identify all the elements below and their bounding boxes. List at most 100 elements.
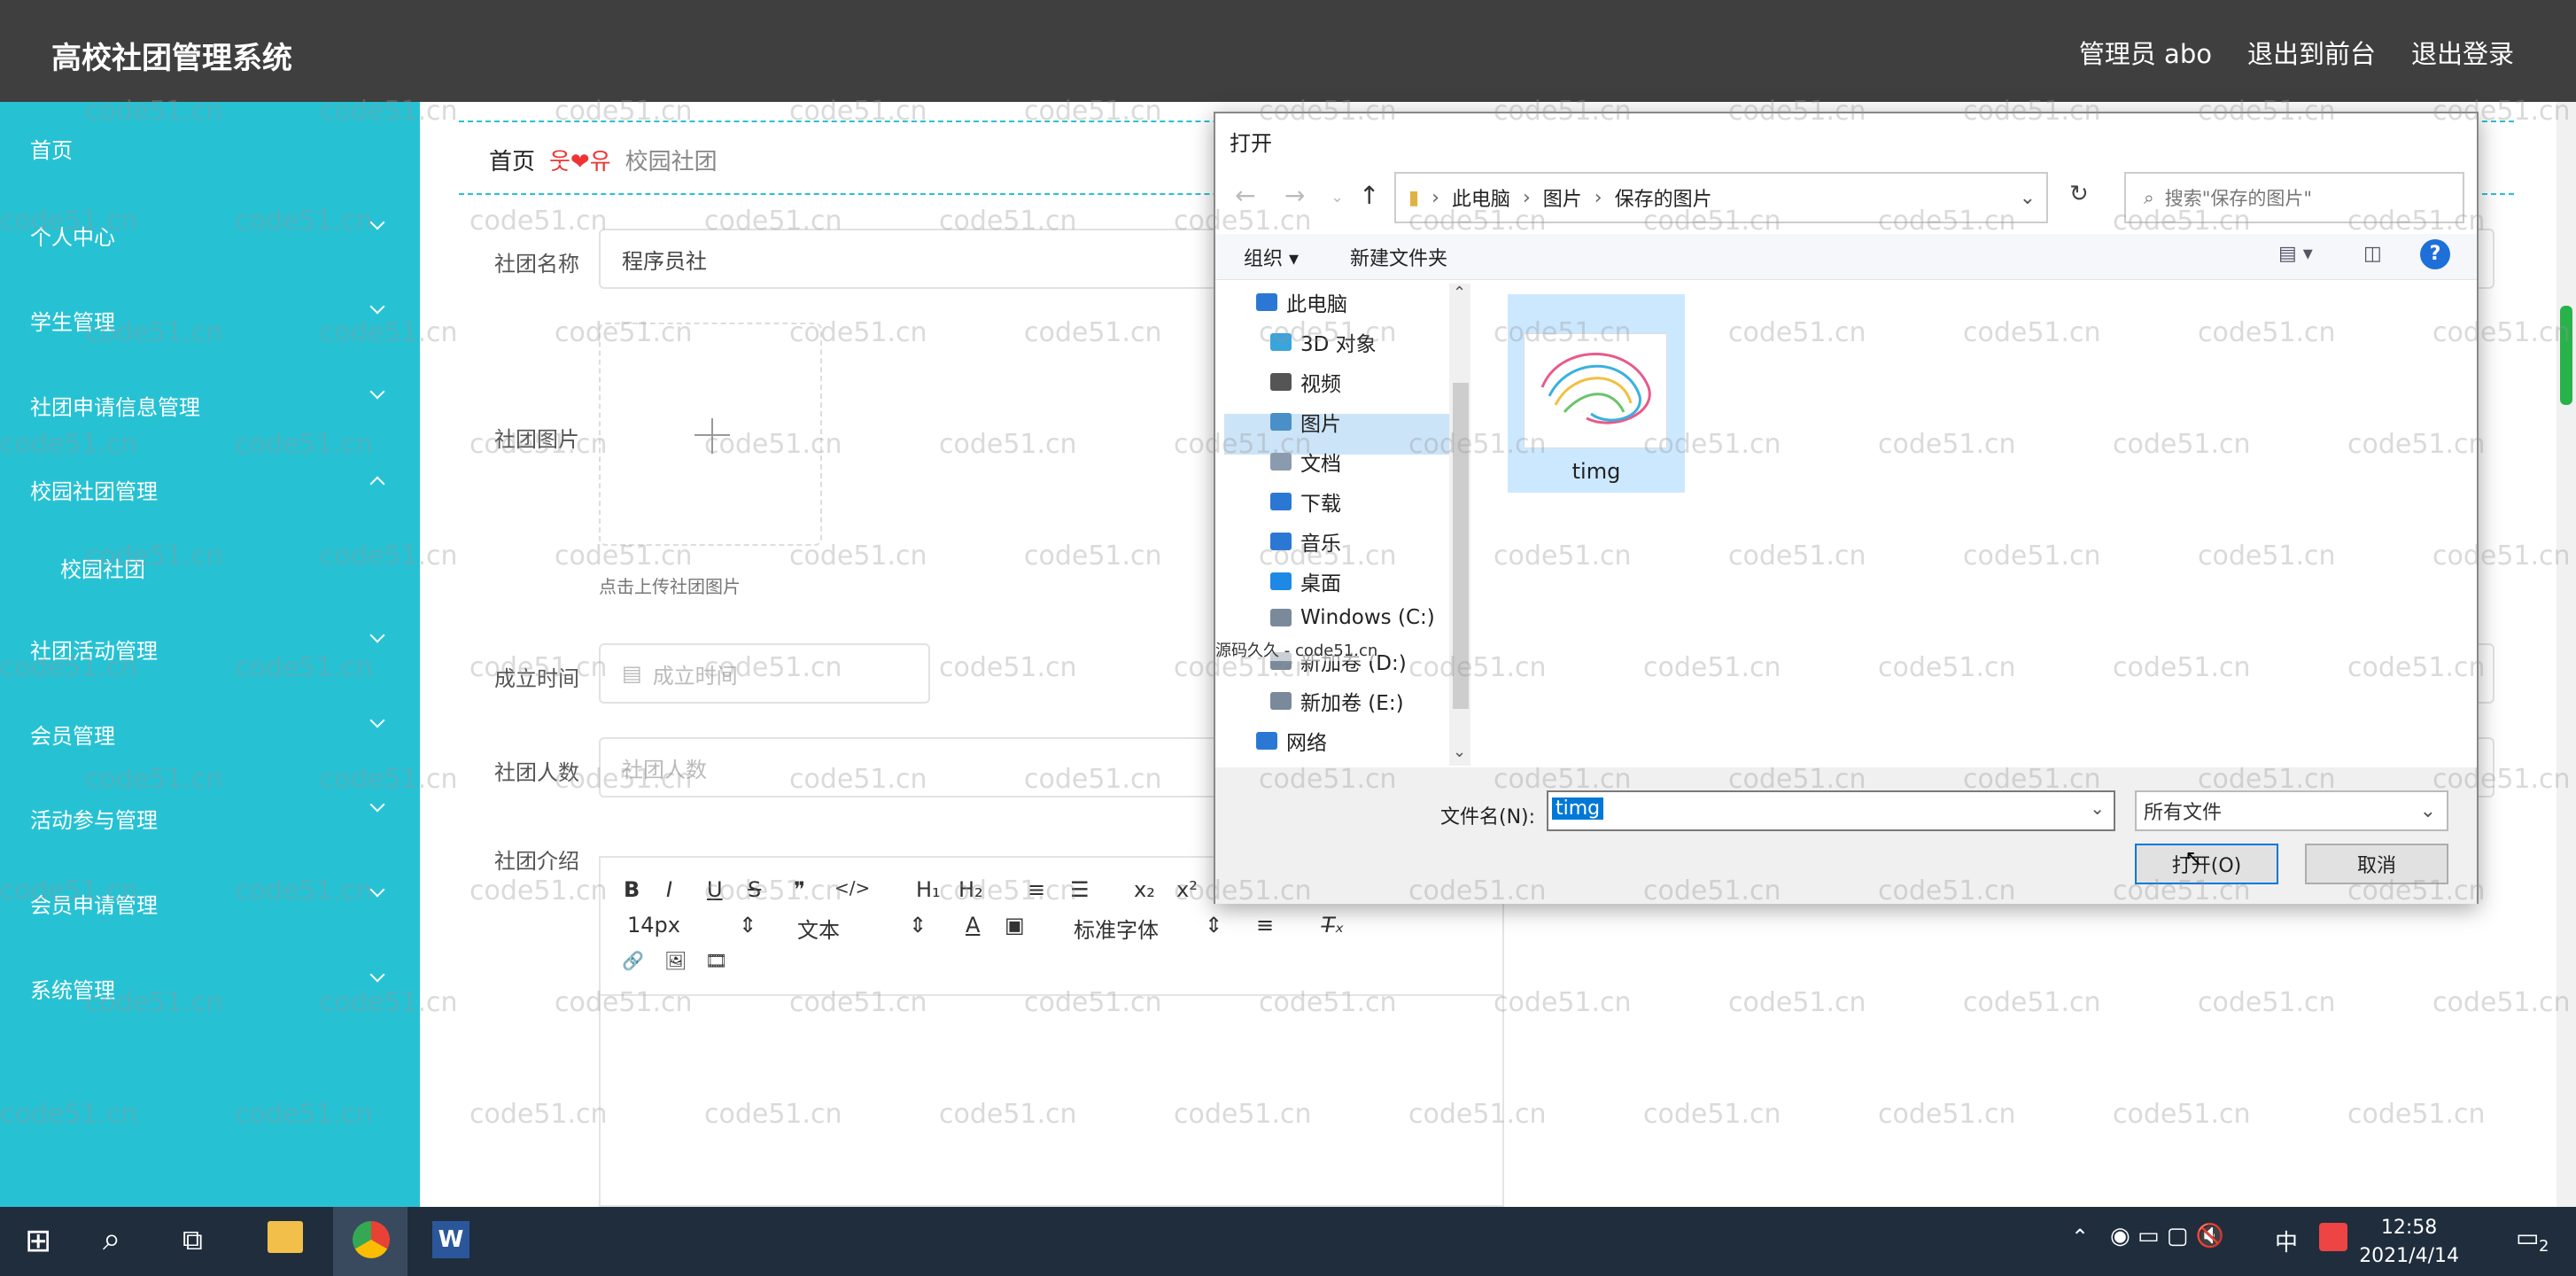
tree-item-3d-objects[interactable]: 3D 对象 <box>1270 327 1377 357</box>
ordered-list-button[interactable]: ≡ <box>1028 877 1045 902</box>
filename-input[interactable]: timg ⌄ <box>1547 790 2115 831</box>
tree-item-documents[interactable]: 文档 <box>1270 447 1341 477</box>
subscript-button[interactable]: x₂ <box>1134 877 1155 902</box>
sidebar-item-student-management[interactable]: 学生管理 <box>30 305 115 336</box>
tray-app-icon[interactable] <box>2319 1223 2347 1251</box>
sidebar-item-campus-club[interactable]: 校园社团 <box>60 552 145 583</box>
sidebar-item-home[interactable]: 首页 <box>30 133 73 164</box>
notification-icon[interactable]: ▭ <box>2516 1223 2539 1252</box>
windows-start-icon[interactable]: ⊞ <box>25 1223 51 1259</box>
back-arrow-icon[interactable]: ← <box>1235 181 1255 210</box>
breadcrumb-home[interactable]: 首页 <box>489 144 535 176</box>
admin-user-link[interactable]: 管理员 abo <box>2079 34 2212 71</box>
filename-dropdown-icon[interactable]: ⌄ <box>2090 798 2105 819</box>
tree-item-music[interactable]: 音乐 <box>1270 526 1341 556</box>
quote-button[interactable]: ❞ <box>794 877 805 902</box>
logout-link[interactable]: 退出登录 <box>2411 34 2514 71</box>
image-icon[interactable]: 🖼 <box>664 950 687 971</box>
path-this-pc[interactable]: 此电脑 <box>1452 183 1510 212</box>
new-folder-button[interactable]: 新建文件夹 <box>1350 243 1447 271</box>
strikethrough-button[interactable]: S <box>748 877 761 902</box>
filetype-value: 所有文件 <box>2144 802 2223 824</box>
forward-arrow-icon[interactable]: → <box>1284 181 1305 210</box>
text-style-select[interactable]: 文本 <box>797 913 840 944</box>
page-scroll-thumb[interactable] <box>2560 306 2572 405</box>
tree-item-this-pc[interactable]: 此电脑 <box>1256 287 1347 317</box>
address-bar[interactable]: ▮ › 此电脑 › 图片 › 保存的图片 ⌄ <box>1394 172 2048 223</box>
app-title: 高校社团管理系统 <box>51 41 292 76</box>
tree-item-downloads[interactable]: 下载 <box>1270 486 1341 517</box>
tree-item-network[interactable]: 网络 <box>1256 725 1327 757</box>
image-upload-box[interactable] <box>599 323 822 546</box>
view-options-icon[interactable]: ▤ ▾ <box>2278 243 2313 265</box>
background-color-icon[interactable]: ▣ <box>1005 913 1025 938</box>
sidebar-item-member-application[interactable]: 会员申请管理 <box>30 888 158 919</box>
open-button[interactable]: 打开(O) <box>2135 844 2278 884</box>
heading2-button[interactable]: H₂ <box>958 877 983 902</box>
breadcrumb-separator-icon: › <box>1522 186 1531 209</box>
tree-scroll-thumb[interactable] <box>1453 383 1469 709</box>
path-pictures[interactable]: 图片 <box>1543 183 1582 212</box>
code-button[interactable]: </> <box>834 877 870 899</box>
sidebar-item-campus-club-management[interactable]: 校园社团管理 <box>30 474 158 505</box>
film-icon <box>1270 373 1292 391</box>
tree-item-desktop[interactable]: 桌面 <box>1270 566 1341 596</box>
page-scrollbar[interactable] <box>2557 102 2576 1207</box>
sidebar-item-club-activity[interactable]: 社团活动管理 <box>30 634 158 665</box>
underline-button[interactable]: U <box>707 877 723 902</box>
help-icon[interactable]: ? <box>2420 239 2450 269</box>
club-image-label: 社团图片 <box>494 427 579 452</box>
sidebar-item-activity-participation[interactable]: 活动参与管理 <box>30 803 158 834</box>
tree-item-videos[interactable]: 视频 <box>1270 367 1341 397</box>
sidebar-item-club-application[interactable]: 社团申请信息管理 <box>30 390 200 421</box>
tree-item-drive-e[interactable]: 新加卷 (E:) <box>1270 686 1404 716</box>
ime-indicator[interactable]: 中 <box>2275 1225 2298 1257</box>
tree-item-drive-c[interactable]: Windows (C:) <box>1270 606 1435 629</box>
font-color-icon[interactable]: A <box>966 913 980 938</box>
tree-item-pictures[interactable]: 图片 <box>1270 407 1341 437</box>
task-view-icon[interactable]: ⧉ <box>182 1223 203 1257</box>
clear-format-icon[interactable]: T̶ₓ <box>1322 913 1344 938</box>
word-icon[interactable]: W <box>432 1221 469 1258</box>
source-overlay-text: 源码久久 - code51.cn <box>1215 638 1378 661</box>
club-name-value: 程序员社 <box>622 248 707 274</box>
search-input[interactable]: ⌕ 搜索"保存的图片" <box>2124 172 2464 223</box>
search-icon[interactable]: ⌕ <box>103 1221 120 1258</box>
up-arrow-icon[interactable]: ↑ <box>1359 181 1379 210</box>
refresh-icon[interactable]: ↻ <box>2069 181 2089 207</box>
italic-button[interactable]: I <box>666 877 672 902</box>
address-dropdown-icon[interactable]: ⌄ <box>2020 187 2036 209</box>
club-intro-label: 社团介绍 <box>494 849 579 874</box>
scroll-down-icon[interactable]: ⌄ <box>1453 743 1466 761</box>
cancel-button[interactable]: 取消 <box>2305 844 2448 884</box>
sidebar-item-system-management[interactable]: 系统管理 <box>30 973 115 1004</box>
breadcrumb-separator-icon: › <box>1594 186 1602 209</box>
superscript-button[interactable]: x² <box>1176 877 1198 902</box>
link-icon[interactable]: 🔗 <box>622 950 644 971</box>
font-family-select[interactable]: 标准字体 <box>1074 913 1159 944</box>
chevron-down-icon <box>369 299 385 315</box>
bullet-list-button[interactable]: ☰ <box>1070 877 1090 902</box>
chrome-icon[interactable] <box>353 1221 390 1258</box>
file-thumbnail[interactable] <box>1524 333 1667 448</box>
font-size-select[interactable]: 14px <box>627 913 680 938</box>
recent-dropdown-icon[interactable]: ⌄ <box>1331 188 1344 206</box>
tray-expand-icon[interactable]: ⌃ <box>2071 1225 2089 1249</box>
align-icon[interactable]: ≡ <box>1256 913 1274 938</box>
bold-button[interactable]: B <box>624 877 640 902</box>
preview-pane-icon[interactable]: ◫ <box>2363 243 2382 265</box>
sidebar-item-personal-center[interactable]: 个人中心 <box>30 220 115 251</box>
organize-button[interactable]: 组织 ▾ <box>1244 243 1299 271</box>
path-saved-pictures[interactable]: 保存的图片 <box>1615 183 1712 212</box>
scroll-up-icon[interactable]: ⌃ <box>1453 284 1466 302</box>
exit-to-frontend-link[interactable]: 退出到前台 <box>2247 34 2376 71</box>
file-explorer-icon[interactable] <box>268 1221 303 1253</box>
video-icon[interactable]: 🎞 <box>705 950 727 971</box>
clock[interactable]: 12:58 2021/4/14 <box>2359 1214 2459 1271</box>
tray-app-icons[interactable]: ◉ ▭ ▢ 🔇 <box>2110 1223 2224 1249</box>
founded-date-input[interactable]: ▤ 成立时间 <box>599 643 930 704</box>
heading1-button[interactable]: H₁ <box>916 877 941 902</box>
sidebar-item-member-management[interactable]: 会员管理 <box>30 719 115 750</box>
drive-icon <box>1270 609 1292 626</box>
filetype-select[interactable]: 所有文件 ⌄ <box>2135 790 2448 831</box>
